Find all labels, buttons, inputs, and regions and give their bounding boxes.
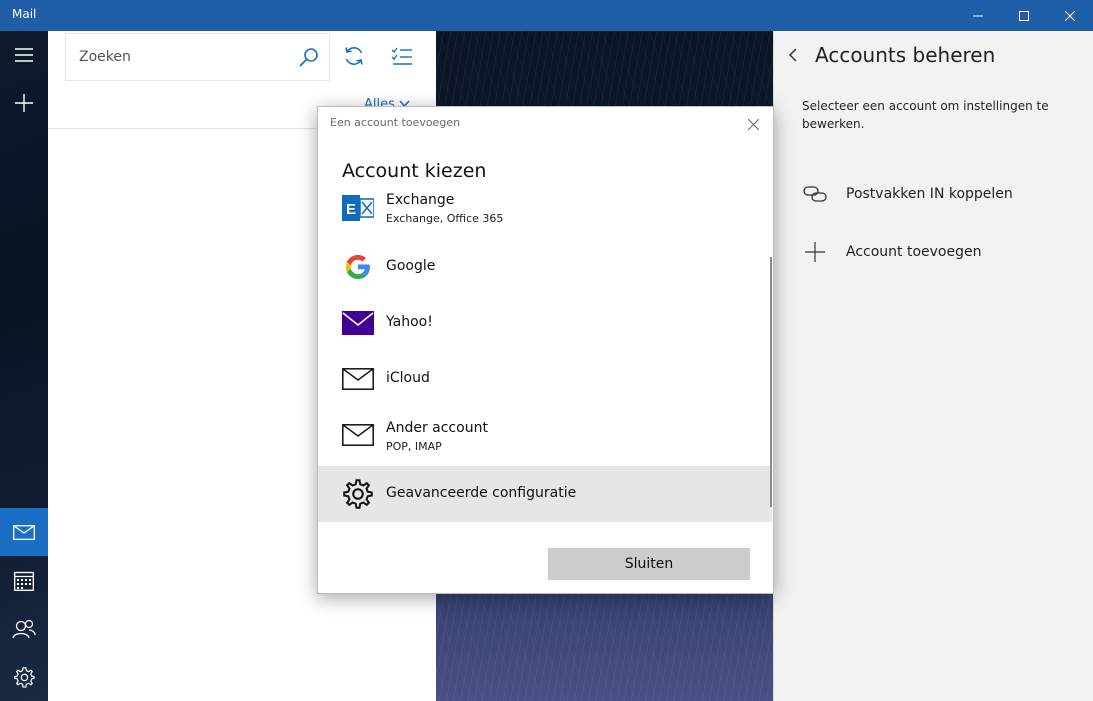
people-nav-button[interactable] bbox=[0, 605, 48, 653]
dialog-close-button[interactable] bbox=[747, 115, 760, 134]
link-inboxes-label: Postvakken IN koppelen bbox=[846, 186, 1013, 202]
account-option-google[interactable]: Google bbox=[318, 239, 772, 295]
settings-nav-button[interactable] bbox=[0, 653, 48, 701]
select-mode-button[interactable] bbox=[390, 44, 414, 68]
add-account-dialog: Een account toevoegen Account kiezen E E… bbox=[317, 106, 774, 594]
title-bar: Mail bbox=[0, 0, 1093, 31]
settings-description: Selecteer een account om instellingen te… bbox=[802, 99, 1049, 131]
chevron-left-icon bbox=[788, 48, 797, 62]
yahoo-mail-icon bbox=[342, 307, 374, 339]
plus-icon bbox=[15, 94, 33, 112]
nav-rail bbox=[0, 31, 48, 701]
account-option-icloud[interactable]: iCloud bbox=[318, 351, 772, 407]
account-option-other[interactable]: Ander account POP, IMAP bbox=[318, 407, 772, 463]
add-account-item[interactable]: Account toevoegen bbox=[802, 237, 981, 267]
google-icon bbox=[342, 251, 374, 283]
app-title: Mail bbox=[12, 7, 37, 21]
hamburger-menu-button[interactable] bbox=[0, 31, 48, 79]
link-icon bbox=[802, 185, 828, 203]
dialog-heading: Account kiezen bbox=[342, 160, 487, 182]
account-name: Google bbox=[386, 258, 436, 274]
search-box[interactable]: Zoeken bbox=[65, 33, 330, 81]
minimize-icon bbox=[973, 15, 983, 16]
back-button[interactable] bbox=[788, 47, 798, 67]
calendar-icon bbox=[14, 571, 34, 591]
dialog-scrollbar[interactable] bbox=[770, 257, 772, 507]
close-window-button[interactable] bbox=[1047, 0, 1093, 31]
add-account-label: Account toevoegen bbox=[846, 244, 982, 260]
dialog-title: Een account toevoegen bbox=[330, 116, 461, 129]
settings-pane: Accounts beheren Selecteer een account o… bbox=[773, 31, 1093, 701]
envelope-icon bbox=[342, 363, 374, 395]
people-icon bbox=[12, 619, 36, 639]
maximize-button[interactable] bbox=[1001, 0, 1047, 31]
close-icon bbox=[1065, 10, 1075, 21]
search-icon[interactable] bbox=[299, 47, 319, 71]
close-icon bbox=[747, 118, 760, 131]
plus-icon bbox=[802, 241, 828, 263]
account-option-exchange[interactable]: E Exchange Exchange, Office 365 bbox=[318, 183, 772, 239]
minimize-button[interactable] bbox=[955, 0, 1001, 31]
account-name: Geavanceerde configuratie bbox=[386, 485, 577, 501]
mail-nav-button[interactable] bbox=[0, 508, 48, 556]
envelope-icon bbox=[13, 524, 35, 540]
account-name: Exchange bbox=[386, 192, 455, 208]
search-input[interactable]: Zoeken bbox=[79, 49, 131, 65]
checklist-icon bbox=[391, 47, 412, 65]
account-name: Yahoo! bbox=[386, 314, 433, 330]
account-option-yahoo[interactable]: Yahoo! bbox=[318, 295, 772, 351]
svg-text:E: E bbox=[346, 201, 356, 218]
exchange-icon: E bbox=[342, 192, 374, 224]
sync-icon bbox=[345, 47, 363, 65]
account-name: iCloud bbox=[386, 370, 430, 386]
close-dialog-button[interactable]: Sluiten bbox=[548, 548, 750, 580]
link-inboxes-item[interactable]: Postvakken IN koppelen bbox=[802, 179, 1013, 209]
account-subtitle: POP, IMAP bbox=[386, 440, 442, 453]
gear-icon bbox=[342, 478, 374, 510]
gear-icon bbox=[14, 667, 35, 688]
maximize-icon bbox=[1019, 10, 1029, 21]
new-mail-button[interactable] bbox=[0, 79, 48, 127]
calendar-nav-button[interactable] bbox=[0, 557, 48, 605]
settings-title: Accounts beheren bbox=[815, 43, 996, 67]
account-subtitle: Exchange, Office 365 bbox=[386, 212, 504, 225]
hamburger-icon bbox=[15, 48, 33, 62]
envelope-icon bbox=[342, 419, 374, 451]
account-option-advanced[interactable]: Geavanceerde configuratie bbox=[318, 466, 772, 522]
sync-button[interactable] bbox=[342, 44, 366, 68]
account-name: Ander account bbox=[386, 420, 488, 436]
